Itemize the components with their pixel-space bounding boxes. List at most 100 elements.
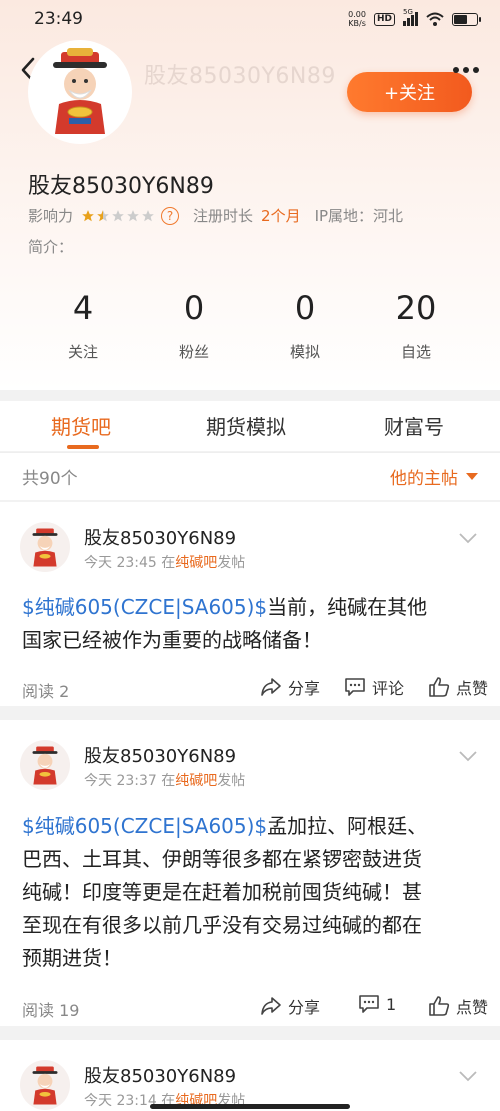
star-empty-icon xyxy=(112,209,124,221)
caishen-avatar-image xyxy=(32,746,58,785)
share-icon xyxy=(261,997,281,1015)
stat-label: 自选 xyxy=(400,343,431,361)
post-text: 至现在有很多以前几乎没有交易过纯碱的都在 xyxy=(22,913,422,937)
post-meta: 今天 23:45 在纯碱吧发帖 xyxy=(84,552,245,572)
post-bar-link[interactable]: 纯碱吧 xyxy=(175,773,217,789)
follow-button[interactable]: +关注 xyxy=(347,72,472,112)
post-avatar[interactable] xyxy=(20,740,70,790)
post-stock-tag[interactable]: $纯碱605(CZCE|SA605)$ xyxy=(22,814,267,838)
influence-label: 影响力 xyxy=(28,207,74,225)
caishen-avatar-image xyxy=(32,528,58,567)
tab-wealth[interactable]: 财富号 xyxy=(384,411,444,440)
header-ghost-name: 股友85030Y6N89 xyxy=(144,64,336,89)
hd-icon: HD xyxy=(373,12,395,26)
post-text: 孟加拉、阿根廷、 xyxy=(267,814,428,838)
post-avatar[interactable] xyxy=(20,1060,70,1110)
profile-avatar[interactable] xyxy=(28,40,132,144)
wifi-icon xyxy=(426,12,444,26)
star-empty-icon xyxy=(142,209,154,221)
stat-value: 0 xyxy=(183,289,205,327)
active-tab-indicator xyxy=(67,445,99,449)
post-username[interactable]: 股友85030Y6N89 xyxy=(84,1062,236,1088)
stat-following[interactable]: 4 关注 xyxy=(28,285,138,362)
stat-label: 模拟 xyxy=(289,343,320,361)
post-count: 共90个 xyxy=(22,469,78,489)
post-text: 当前，纯碱在其他 xyxy=(267,595,428,619)
post-filter-label: 他的主帖 xyxy=(390,469,458,489)
post-text: 预期进货！ xyxy=(22,946,122,970)
like-label: 点赞 xyxy=(456,998,489,1017)
post-text: 巴西、土耳其、伊朗等很多都在紧锣密鼓进货 xyxy=(22,847,422,871)
star-half-icon xyxy=(97,209,109,221)
post-filter-dropdown[interactable]: 他的主帖 xyxy=(390,464,478,489)
post-card[interactable]: 股友85030Y6N89 今天 23:37 在纯碱吧发帖 $纯碱605(CZCE… xyxy=(0,720,500,1026)
signal-label: 5G xyxy=(403,8,413,16)
post-avatar[interactable] xyxy=(20,522,70,572)
post-text: 纯碱！印度等更是在赶着加税前囤货纯碱！甚 xyxy=(22,880,422,904)
tab-futures-simulation[interactable]: 期货模拟 xyxy=(206,411,286,440)
more-dots-icon xyxy=(453,67,459,73)
comment-count: 1 xyxy=(386,994,397,1014)
profile-intro: 简介： xyxy=(28,238,74,256)
share-label: 分享 xyxy=(288,998,321,1017)
more-options-button[interactable] xyxy=(449,62,483,78)
status-bar: 23:49 0.00 KB/s HD 5G xyxy=(0,0,500,38)
comment-icon xyxy=(359,995,379,1013)
comment-icon xyxy=(345,678,365,696)
comment-button[interactable]: 1 xyxy=(358,994,396,1014)
chevron-down-icon[interactable] xyxy=(458,1070,478,1082)
stat-value: 20 xyxy=(395,289,437,327)
caret-down-icon xyxy=(466,473,478,480)
status-icons: 0.00 KB/s HD 5G xyxy=(348,8,481,28)
chevron-down-icon[interactable] xyxy=(458,750,478,762)
star-empty-icon xyxy=(127,209,139,221)
filter-bar: 共90个 他的主帖 xyxy=(0,452,500,500)
network-speed-value: 0.00 xyxy=(348,10,366,19)
post-time: 今天 23:14 xyxy=(84,1093,157,1109)
post-card[interactable]: 股友85030Y6N89 今天 23:45 在纯碱吧发帖 $纯碱605(CZCE… xyxy=(0,502,500,706)
post-username[interactable]: 股友85030Y6N89 xyxy=(84,742,236,768)
stat-label: 粉丝 xyxy=(178,343,209,361)
stat-followers[interactable]: 0 粉丝 xyxy=(139,285,249,362)
tab-futures-bar[interactable]: 期货吧 xyxy=(51,411,111,440)
profile-name: 股友85030Y6N89 xyxy=(28,174,214,199)
like-label: 点赞 xyxy=(456,679,489,698)
help-icon[interactable]: ? xyxy=(161,206,180,225)
thumbs-up-icon xyxy=(429,677,450,697)
post-text: 国家已经被作为重要的战略储备！ xyxy=(22,628,322,652)
post-stock-tag[interactable]: $纯碱605(CZCE|SA605)$ xyxy=(22,595,267,619)
chevron-down-icon[interactable] xyxy=(458,532,478,544)
stat-simulation[interactable]: 0 模拟 xyxy=(250,285,360,362)
caishen-avatar-image xyxy=(53,48,107,134)
share-button[interactable]: 分享 xyxy=(260,994,320,1018)
like-button[interactable]: 点赞 xyxy=(428,994,488,1018)
post-bar-link[interactable]: 纯碱吧 xyxy=(175,555,217,571)
comment-label: 评论 xyxy=(372,679,405,698)
home-indicator[interactable] xyxy=(150,1104,350,1109)
network-speed-unit: KB/s xyxy=(348,19,366,28)
post-username[interactable]: 股友85030Y6N89 xyxy=(84,524,236,550)
post-card[interactable]: 股友85030Y6N89 今天 23:14 在纯碱吧发帖 xyxy=(0,1040,500,1111)
comment-button[interactable]: 评论 xyxy=(344,675,404,699)
post-time: 今天 23:37 xyxy=(84,773,157,789)
register-label: 注册时长 xyxy=(193,207,254,225)
status-time: 23:49 xyxy=(34,9,83,29)
post-in-label: 在 xyxy=(161,773,176,789)
post-read-count: 阅读 19 xyxy=(22,1001,80,1020)
share-button[interactable]: 分享 xyxy=(260,675,320,699)
content-tabs: 期货吧 期货模拟 财富号 xyxy=(0,401,500,451)
post-content[interactable]: $纯碱605(CZCE|SA605)$孟加拉、阿根廷、 巴西、土耳其、伊朗等很多… xyxy=(22,810,482,975)
like-button[interactable]: 点赞 xyxy=(428,675,488,699)
register-value: 2个月 xyxy=(261,207,301,225)
post-meta: 今天 23:37 在纯碱吧发帖 xyxy=(84,770,245,790)
stat-label: 关注 xyxy=(67,343,98,361)
post-content[interactable]: $纯碱605(CZCE|SA605)$当前，纯碱在其他 国家已经被作为重要的战略… xyxy=(22,591,482,657)
star-full-icon xyxy=(82,209,94,221)
profile-stats: 4 关注 0 粉丝 0 模拟 20 自选 xyxy=(0,285,500,375)
signal-icon: 5G xyxy=(403,8,418,26)
post-footer: 阅读 2 分享 评论 点赞 xyxy=(22,675,488,701)
post-time: 今天 23:45 xyxy=(84,555,157,571)
post-in-label: 在 xyxy=(161,555,176,571)
stat-watchlist[interactable]: 20 自选 xyxy=(361,285,471,362)
post-posted-label: 发帖 xyxy=(217,555,246,571)
